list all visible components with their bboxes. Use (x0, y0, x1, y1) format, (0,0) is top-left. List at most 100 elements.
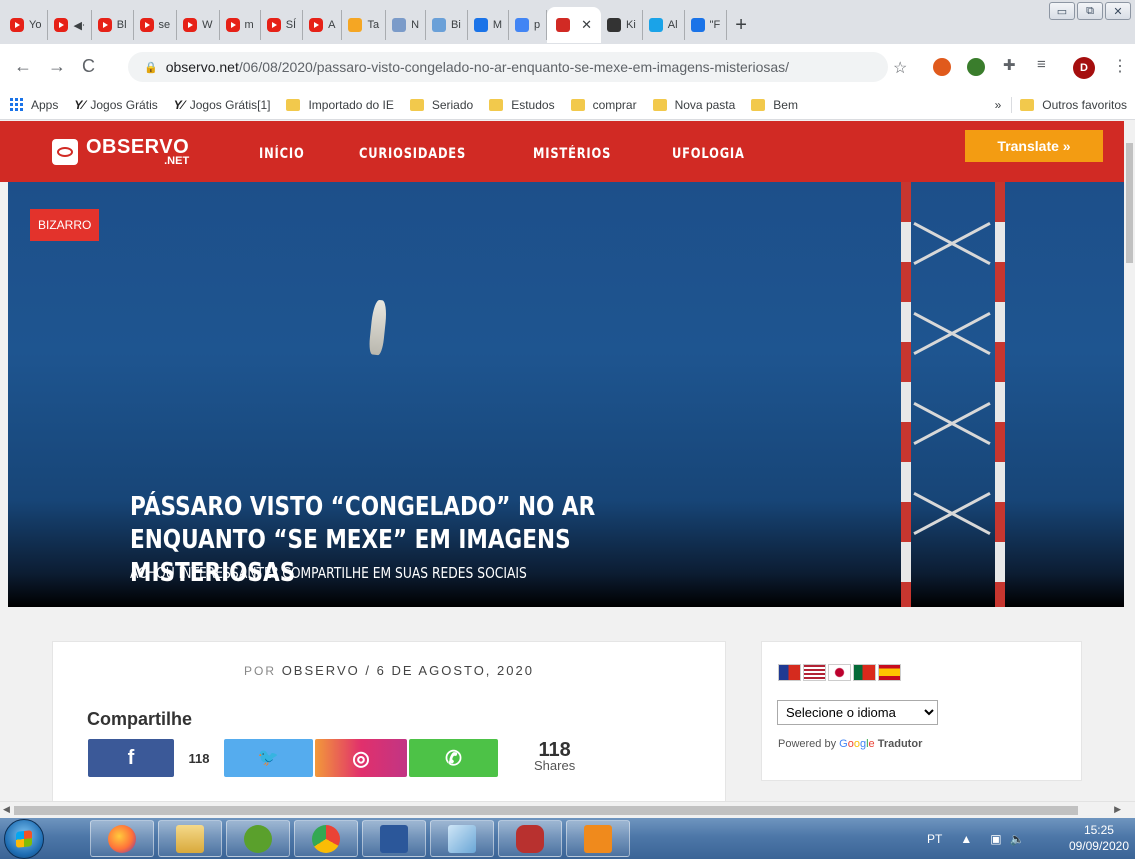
japan-flag-icon[interactable] (828, 664, 851, 681)
puzzle-icon[interactable]: ✚ (1003, 56, 1021, 74)
facebook-icon: f (127, 746, 135, 769)
portugal-flag-icon[interactable] (853, 664, 876, 681)
site-logo[interactable]: OBSERVO .NET (52, 137, 189, 167)
windows-taskbar: PT ▲ ▣ 🔈 15:25 09/09/2020 (0, 818, 1135, 859)
documents-taskbar-button[interactable] (430, 820, 494, 857)
back-arrow-icon[interactable]: ← (14, 56, 32, 77)
tab[interactable]: m (220, 10, 261, 40)
forward-arrow-icon[interactable]: → (48, 56, 66, 77)
taiwan-flag-icon[interactable] (778, 664, 801, 681)
apps-grid-icon (10, 98, 23, 111)
q-icon (648, 18, 663, 32)
nav-ufologia[interactable]: UFOLOGIA (672, 146, 745, 162)
profile-avatar[interactable]: D (1073, 57, 1095, 79)
language-select[interactable]: Selecione o idioma (777, 700, 938, 725)
post-subtitle: ACHOU INTERESSANTE? COMPARTILHE EM SUAS … (130, 564, 527, 582)
tab-active[interactable]: ✕ (547, 7, 602, 43)
usa-flag-icon[interactable] (803, 664, 826, 681)
utorrent-taskbar-button[interactable] (226, 820, 290, 857)
other-bookmarks[interactable]: Outros favoritos (1020, 98, 1127, 112)
twitter-share-button[interactable]: 🐦 (224, 739, 313, 777)
bookmarks-bar: Apps Y⁄ Jogos Grátis Y⁄ Jogos Grátis[1] Impor… (0, 90, 1135, 120)
vertical-scrollbar[interactable] (1124, 121, 1135, 801)
tab[interactable]: ◀ᐧ (48, 10, 92, 40)
word-taskbar-button[interactable] (362, 820, 426, 857)
scroll-right-icon[interactable]: ▶ (1114, 804, 1121, 815)
tab[interactable]: Ki (601, 10, 643, 40)
tab[interactable]: Bi (426, 10, 468, 40)
horizontal-scrollbar[interactable]: ◀ ▶ (0, 801, 1135, 818)
google-logo[interactable]: Google (839, 738, 875, 750)
facebook-share-button[interactable]: f (88, 739, 174, 777)
nav-misterios[interactable]: MISTÉRIOS (533, 146, 611, 162)
bookmark-item[interactable]: Nova pasta (652, 97, 736, 112)
system-clock[interactable]: 15:25 09/09/2020 (1069, 822, 1129, 854)
restore-button[interactable]: ⧉ (1077, 2, 1103, 20)
extension-icon[interactable] (933, 58, 951, 76)
youtube-icon (309, 18, 324, 32)
bookmarks-overflow-button[interactable]: » (995, 98, 1002, 112)
translate-button[interactable]: Translate » (965, 130, 1103, 162)
language-indicator[interactable]: PT (927, 832, 942, 846)
nav-inicio[interactable]: INÍCIO (259, 146, 305, 162)
menu-dots-icon[interactable]: ⋮ (1112, 56, 1128, 76)
total-shares: 118 Shares (534, 739, 575, 773)
bird-image (368, 299, 388, 356)
tab[interactable]: p (509, 10, 548, 40)
minimize-button[interactable]: ▭ (1049, 2, 1075, 20)
window-controls: ▭ ⧉ ✕ (1049, 2, 1131, 20)
show-hidden-icons-icon[interactable]: ▲ (960, 832, 972, 846)
tab[interactable]: Yo (4, 10, 49, 40)
bookmark-item[interactable]: Y⁄ Jogos Grátis (74, 98, 157, 112)
scrollbar-thumb[interactable] (14, 806, 1078, 815)
tab[interactable]: Bl (92, 10, 134, 40)
tab[interactable]: Ta (342, 10, 387, 40)
bookmark-item[interactable]: Apps (10, 98, 58, 112)
bookmark-item[interactable]: Importado do IE (286, 98, 394, 112)
chrome-taskbar-button[interactable] (294, 820, 358, 857)
y8-icon: Y⁄ (173, 97, 184, 112)
bookmark-item[interactable]: Seriado (409, 98, 473, 112)
tab[interactable]: SÍ (261, 10, 304, 40)
nav-curiosidades[interactable]: CURIOSIDADES (359, 146, 466, 162)
bookmark-label: Jogos Grátis (90, 97, 158, 112)
new-tab-button[interactable]: + (735, 14, 747, 37)
address-bar[interactable]: 🔒 observo.net/06/08/2020/passaro-visto-c… (128, 52, 888, 82)
scroll-left-icon[interactable]: ◀ (3, 804, 10, 815)
tab[interactable]: Al (643, 10, 685, 40)
instagram-share-button[interactable]: ◎ (315, 739, 407, 777)
scrollbar-thumb[interactable] (1126, 143, 1133, 263)
youtube-icon (266, 18, 281, 32)
close-tab-icon[interactable]: ✕ (581, 17, 592, 33)
spain-flag-icon[interactable] (878, 664, 901, 681)
bookmark-item[interactable]: Bem (751, 98, 798, 112)
bookmark-item[interactable]: Y⁄ Jogos Grátis[1] (174, 98, 271, 112)
pdf-taskbar-button[interactable] (566, 820, 630, 857)
firefox-taskbar-button[interactable] (90, 820, 154, 857)
reading-list-icon[interactable]: ≡ (1037, 56, 1055, 74)
reload-icon[interactable]: C (82, 56, 95, 77)
bookmark-label: Nova pasta (674, 97, 736, 112)
tab[interactable]: "F (685, 10, 728, 40)
bookmark-item[interactable]: comprar (570, 98, 637, 112)
total-shares-count: 118 (538, 739, 571, 761)
volume-icon[interactable]: 🔈 (1010, 832, 1025, 846)
whatsapp-share-button[interactable]: ✆ (409, 739, 498, 777)
start-button[interactable] (4, 819, 44, 859)
tab[interactable]: N (386, 10, 427, 40)
hero-image[interactable]: BIZARRO PÁSSARO VISTO “CONGELADO” NO AR … (8, 182, 1124, 607)
extension-icon[interactable] (967, 58, 985, 76)
bookmark-star-icon[interactable]: ☆ (893, 58, 907, 78)
url-path: /06/08/2020/passaro-visto-congelado-no-a… (238, 59, 790, 75)
tab[interactable]: W (177, 10, 220, 40)
tab[interactable]: A (303, 10, 343, 40)
game-taskbar-button[interactable] (498, 820, 562, 857)
bookmark-item[interactable]: Estudos (489, 98, 555, 112)
category-badge[interactable]: BIZARRO (30, 209, 100, 241)
author-link[interactable]: OBSERVO (282, 663, 360, 678)
tab[interactable]: se (134, 10, 178, 40)
network-icon[interactable]: ▣ (990, 832, 1001, 846)
tab[interactable]: M (468, 10, 509, 40)
close-window-button[interactable]: ✕ (1105, 2, 1131, 20)
explorer-taskbar-button[interactable] (158, 820, 222, 857)
